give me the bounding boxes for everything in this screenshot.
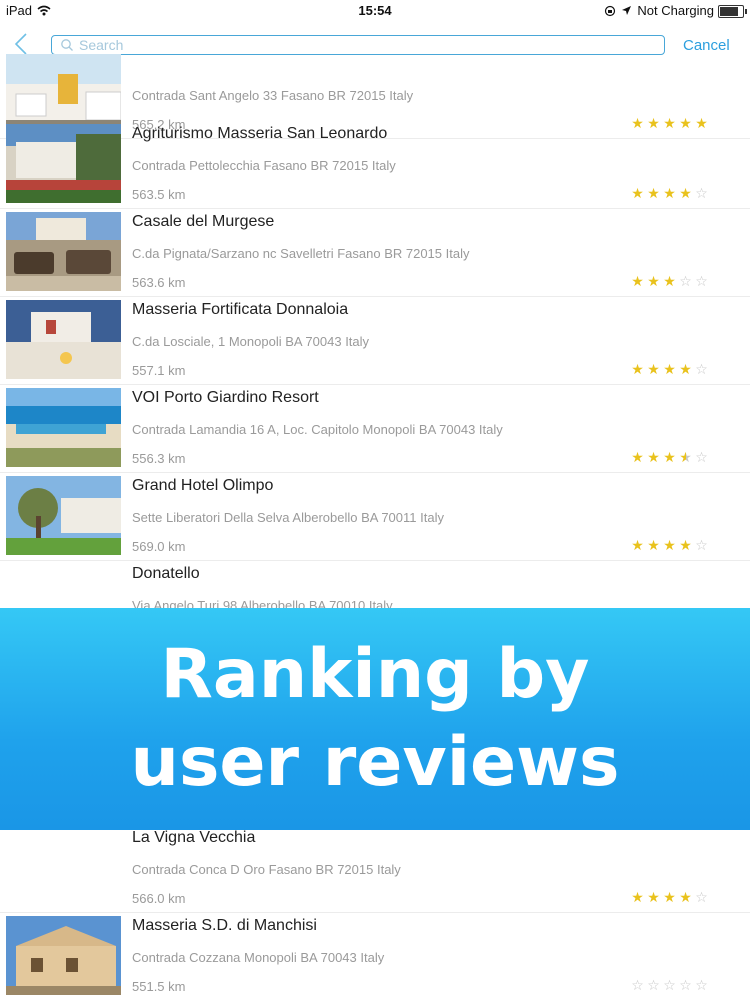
hotel-row[interactable]: VOI Porto Giardino Resort Contrada Laman… [0,384,750,473]
hotel-row[interactable]: Masseria S.D. di Manchisi Contrada Cozza… [0,912,750,1000]
star-icon: ★ [647,273,661,289]
hotel-photo [6,916,121,995]
star-icon: ★ [663,889,677,905]
star-icon: ★ [631,361,645,377]
star-icon: ★ [631,185,645,201]
hotel-address: C.da Losciale, 1 Monopoli BA 70043 Italy [132,334,370,349]
status-bar: iPad 15:54 Not Charging [0,0,750,22]
star-icon: ★ [631,449,645,465]
star-half-icon: ★ [679,449,693,465]
hotel-address: C.da Pignata/Sarzano nc Savelletri Fasan… [132,246,470,261]
promo-line-2: user reviews [130,723,620,802]
star-rating: ★ ★ ★ ★ ☆ [630,449,710,466]
star-icon: ★ [647,537,661,553]
promo-banner: Ranking by user reviews [0,608,750,830]
star-rating: ★ ★ ★ ★ ☆ [630,537,710,554]
hotel-name: La Vigna Vecchia [132,829,256,846]
star-outline-icon: ☆ [695,273,709,289]
star-icon: ★ [663,537,677,553]
hotel-name: Grand Hotel Olimpo [132,477,274,494]
hotel-photo [6,212,121,291]
star-icon: ★ [663,449,677,465]
hotel-name: Casale del Murgese [132,213,275,230]
hotel-address: Sette Liberatori Della Selva Alberobello… [132,510,444,525]
star-outline-icon: ☆ [695,449,709,465]
hotel-address: Contrada Lamandia 16 A, Loc. Capitolo Mo… [132,422,503,437]
hotel-photo [6,476,121,555]
star-rating: ★ ★ ★ ★ ☆ [630,361,710,378]
star-outline-icon: ☆ [695,361,709,377]
hotel-address: Contrada Cozzana Monopoli BA 70043 Italy [132,950,385,965]
star-icon: ★ [631,273,645,289]
hotel-distance: 563.6 km [132,275,186,290]
hotel-distance: 563.5 km [132,187,186,202]
hotel-row[interactable]: Masseria Fortificata Donnaloia C.da Losc… [0,296,750,385]
battery-status-label: Not Charging [637,3,714,18]
hotel-address: Contrada Sant Angelo 33 Fasano BR 72015 … [132,88,414,103]
hotel-photo [6,388,121,467]
hotel-row[interactable]: Agriturismo Masseria San Leonardo Contra… [0,120,750,209]
star-icon: ★ [679,361,693,377]
hotel-row[interactable]: La Vigna Vecchia Contrada Conca D Oro Fa… [0,824,750,913]
rotation-lock-icon [605,5,616,16]
star-rating: ★ ★ ★ ★ ☆ [630,185,710,202]
hotel-distance: 556.3 km [132,451,186,466]
star-outline-icon: ☆ [663,977,677,993]
star-rating: ★ ★ ★ ☆ ☆ [630,273,710,290]
star-outline-icon: ☆ [695,889,709,905]
star-icon: ★ [647,361,661,377]
star-rating: ★ ★ ★ ★ ☆ [630,889,710,906]
star-outline-icon: ☆ [647,977,661,993]
hotel-photo [6,300,121,379]
star-outline-icon: ☆ [631,977,645,993]
hotel-name: Donatello [132,565,200,582]
hotel-distance: 557.1 km [132,363,186,378]
star-outline-icon: ☆ [695,185,709,201]
hotel-name: VOI Porto Giardino Resort [132,389,319,406]
star-icon: ★ [647,449,661,465]
star-icon: ★ [679,185,693,201]
star-icon: ★ [663,361,677,377]
star-icon: ★ [631,537,645,553]
hotel-photo [6,124,121,203]
status-right: Not Charging [604,3,714,18]
star-icon: ★ [679,889,693,905]
star-outline-icon: ☆ [679,977,693,993]
hotel-distance: 569.0 km [132,539,186,554]
star-icon: ★ [663,273,677,289]
hotel-row[interactable]: Casale del Murgese C.da Pignata/Sarzano … [0,208,750,297]
hotel-name: Masseria Fortificata Donnaloia [132,301,349,318]
hotel-address: Contrada Pettolecchia Fasano BR 72015 It… [132,158,396,173]
hotel-name: Masseria S.D. di Manchisi [132,917,317,934]
star-icon: ★ [647,889,661,905]
star-rating: ☆ ☆ ☆ ☆ ☆ [630,977,710,994]
star-icon: ★ [679,537,693,553]
location-arrow-icon [622,6,632,15]
hotel-address: Contrada Conca D Oro Fasano BR 72015 Ita… [132,862,401,877]
hotel-distance: 566.0 km [132,891,186,906]
hotel-row[interactable]: Grand Hotel Olimpo Sette Liberatori Dell… [0,472,750,561]
star-icon: ★ [663,185,677,201]
star-icon: ★ [631,889,645,905]
hotel-distance: 551.5 km [132,979,186,994]
promo-line-1: Ranking by [160,635,590,714]
battery-icon [718,5,747,18]
hotel-name: Agriturismo Masseria San Leonardo [132,125,388,142]
star-outline-icon: ☆ [679,273,693,289]
star-icon: ★ [647,185,661,201]
star-outline-icon: ☆ [695,537,709,553]
star-outline-icon: ☆ [695,977,709,993]
